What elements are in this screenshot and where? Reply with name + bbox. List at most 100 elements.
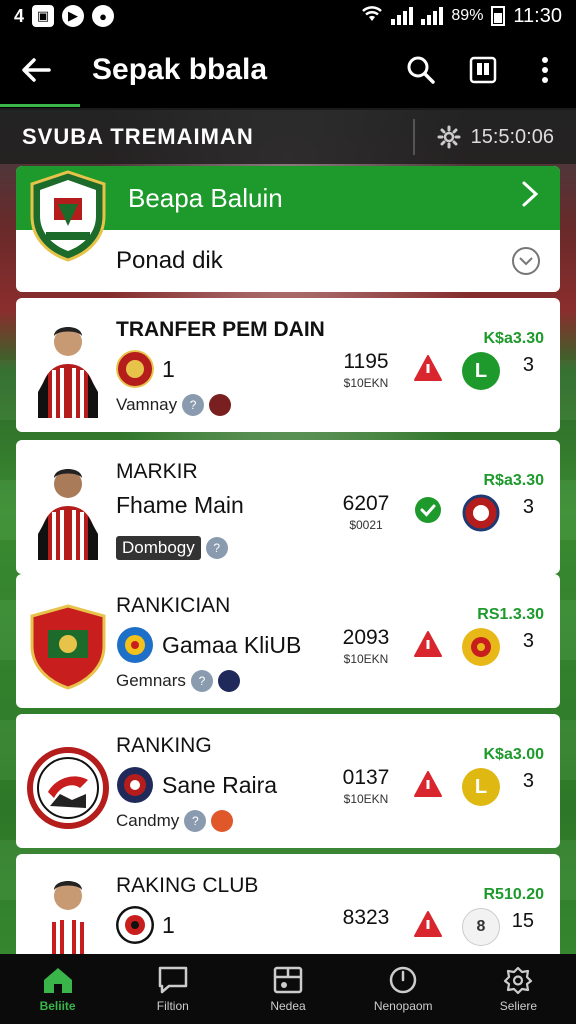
alert-icon: [414, 911, 442, 937]
status-time: 11:30: [513, 4, 562, 27]
tab-indicator: [0, 104, 80, 107]
nav-tab-settings[interactable]: Seliere: [461, 954, 576, 1024]
nav-tab-timer[interactable]: Nenopaom: [346, 954, 461, 1024]
nav-label: Seliere: [499, 999, 538, 1013]
stat-number: 6207: [342, 492, 390, 515]
club-crest: [30, 604, 106, 690]
status-badge[interactable]: 8: [462, 908, 500, 946]
club-name: 1: [162, 355, 175, 382]
stat-block: 8323: [338, 906, 394, 930]
countdown-time: 15:5:0:06: [470, 125, 554, 148]
club-name: Gamaa KliUB: [162, 631, 302, 658]
info-icon: ?: [182, 394, 205, 416]
list-item[interactable]: RANKING Sane Raira Candmy ? 0137 $10EKN …: [16, 714, 560, 848]
divider: [412, 119, 415, 155]
wifi-icon: [361, 5, 383, 28]
card-meta: Candmy ?: [116, 810, 234, 832]
section-title: SVUBA TREMAIMAN: [22, 124, 254, 149]
arrow-left-icon: [22, 58, 51, 82]
stat-number: 1195: [343, 350, 389, 373]
stat-subvalue: $10EKN: [343, 652, 389, 666]
search-button[interactable]: [390, 32, 452, 108]
status-bar: 4 ▣ ▶ ● 89% 11:30: [0, 0, 576, 32]
status-badge[interactable]: L: [462, 768, 500, 806]
list-item[interactable]: MARKIR Fhame Main Dombogy ? 6207 $0021 R…: [16, 440, 560, 574]
club-info: Gamaa KliUB: [116, 626, 301, 664]
check-icon: [415, 497, 441, 523]
nav-label: Beliite: [39, 999, 76, 1013]
price-label: R510.20: [483, 886, 545, 903]
nav-label: Nenopaom: [373, 999, 433, 1013]
stat-number: 0137: [342, 766, 390, 789]
club-logo: [117, 627, 153, 663]
nav-label: Filtion: [156, 999, 189, 1013]
stat-block: 0137 $10EKN: [338, 766, 394, 806]
price-label: K$a3.00: [483, 746, 545, 763]
alert-icon: [414, 631, 442, 657]
bottom-navigation: Beliite Filtion Nedea Nenopaom Seliere: [0, 954, 576, 1024]
media-icon: [273, 966, 303, 994]
page-title: Sepak bbala: [92, 53, 268, 86]
card-title: MARKIR: [116, 460, 198, 483]
player-avatar: [38, 469, 98, 560]
club-crest: [27, 747, 109, 829]
player-avatar: [38, 881, 98, 954]
player-avatar: [38, 327, 98, 418]
featured-card[interactable]: Beapa Baluin Ponad dik: [16, 166, 560, 292]
section-header: SVUBA TREMAIMAN 15:5:0:06: [0, 110, 576, 164]
gallery-icon: ▣: [32, 5, 55, 27]
price-label: K$a3.30: [483, 330, 545, 347]
clock-icon: [389, 966, 417, 994]
stat-subvalue: $10EKN: [343, 376, 389, 390]
club-badge-logo[interactable]: [462, 494, 500, 532]
list-item[interactable]: RANKICIAN Gamaa KliUB Gemnars ? 2093 $10…: [16, 574, 560, 708]
signal-icon: [391, 7, 414, 25]
rank-value: 3: [522, 630, 534, 652]
signal-icon-2: [421, 7, 444, 25]
club-name: Fhame Main: [116, 492, 244, 518]
meta-label: Candmy: [116, 811, 180, 830]
alert-icon: [414, 355, 442, 381]
status-notification-text: 4: [14, 5, 25, 26]
list-item[interactable]: RAKING CLUB 1 8323 R510.20 8 15: [16, 854, 560, 954]
meta-label: Dombogy: [116, 536, 201, 560]
gear-icon: [437, 125, 461, 149]
list-item[interactable]: TRANFER PEM DAIN 1 Vamnay ? 1195 $10EKN …: [16, 298, 560, 432]
chevron-right-icon: [520, 180, 560, 216]
nav-tab-chat[interactable]: Filtion: [115, 954, 230, 1024]
club-info: Sane Raira: [116, 766, 277, 804]
rank-value: 3: [522, 770, 534, 792]
meta-label: Vamnay: [116, 395, 178, 414]
rank-value: 3: [522, 496, 534, 518]
back-button[interactable]: [0, 32, 72, 108]
club-mini-icon: [209, 394, 232, 416]
alert-icon: [414, 771, 442, 797]
card-meta: Dombogy ?: [116, 536, 228, 560]
book-icon: [469, 56, 497, 84]
card-title: RANKING: [116, 734, 212, 757]
club-badge-logo[interactable]: [462, 628, 500, 666]
card-title: TRANFER PEM DAIN: [116, 318, 325, 341]
chevron-down-icon: [512, 247, 540, 275]
record-icon: ●: [92, 5, 115, 27]
nav-tab-media[interactable]: Nedea: [230, 954, 345, 1024]
nav-tab-home[interactable]: Beliite: [0, 954, 115, 1024]
bookmark-button[interactable]: [452, 32, 514, 108]
search-icon: [407, 56, 435, 84]
status-badge[interactable]: L: [462, 352, 500, 390]
club-logo: [117, 767, 153, 803]
club-info: Fhame Main: [116, 492, 244, 519]
card-title: RAKING CLUB: [116, 874, 259, 897]
countdown: 15:5:0:06: [437, 125, 554, 149]
stat-block: 1195 $10EKN: [338, 350, 394, 390]
info-icon: ?: [190, 670, 213, 692]
home-icon: [43, 968, 72, 993]
stat-block: 2093 $10EKN: [338, 626, 394, 666]
meta-label: Gemnars: [116, 671, 186, 690]
play-icon: ▶: [62, 5, 85, 27]
club-logo: [116, 350, 154, 388]
club-info: 1: [116, 906, 175, 944]
club-mini-icon: [211, 810, 234, 832]
more-options-button[interactable]: [514, 32, 576, 108]
club-name: Sane Raira: [162, 771, 278, 798]
